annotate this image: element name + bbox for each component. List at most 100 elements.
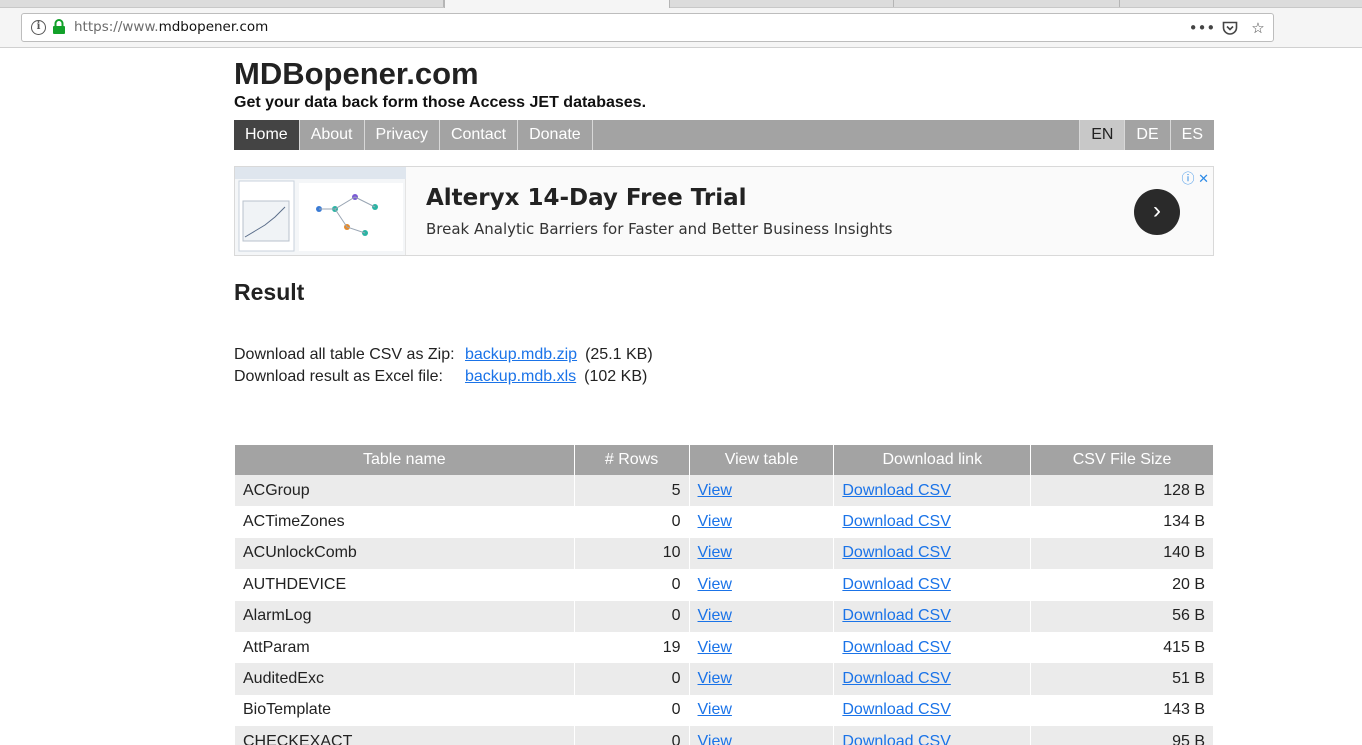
- chevron-right-icon[interactable]: ›: [1134, 189, 1180, 235]
- download-csv-link[interactable]: Download CSV: [842, 513, 951, 530]
- pocket-icon[interactable]: [1221, 19, 1239, 37]
- url-bar[interactable]: i https://www.mdbopener.com ••• ☆: [21, 13, 1274, 42]
- main-menu: Home About Privacy Contact Donate EN DE …: [234, 120, 1214, 150]
- star-icon[interactable]: ☆: [1249, 19, 1267, 37]
- download-csv-link[interactable]: Download CSV: [842, 701, 951, 718]
- row-count-cell: 0: [671, 513, 681, 531]
- table-cell: 0: [573, 694, 690, 727]
- download-csv-link[interactable]: Download CSV: [842, 670, 951, 687]
- table-cell: View: [688, 475, 835, 507]
- view-link[interactable]: View: [698, 513, 732, 530]
- csv-size-cell: 140 B: [1163, 544, 1205, 562]
- table-cell: View: [688, 537, 835, 570]
- col-csv-size: CSV File Size: [1030, 445, 1214, 475]
- result-heading: Result: [234, 279, 305, 305]
- download-size: (102 KB): [584, 368, 648, 385]
- table-name-cell: ACUnlockComb: [243, 544, 357, 562]
- download-csv-link[interactable]: Download CSV: [842, 733, 951, 745]
- table-cell: View: [688, 726, 835, 745]
- more-icon[interactable]: •••: [1189, 19, 1216, 37]
- download-zip-link[interactable]: backup.mdb.zip: [465, 344, 577, 366]
- row-count-cell: 0: [671, 732, 681, 745]
- table-cell: Download CSV: [833, 694, 1032, 727]
- view-link[interactable]: View: [698, 544, 732, 561]
- table-row: AlarmLog 0 View Download CSV 56 B: [234, 600, 1214, 632]
- csv-size-cell: 95 B: [1172, 732, 1205, 745]
- table-cell: 134 B: [1030, 506, 1214, 538]
- csv-size-cell: 20 B: [1172, 575, 1205, 593]
- tab-active[interactable]: [444, 0, 670, 8]
- table-cell: AttParam: [234, 631, 575, 664]
- url-text[interactable]: https://www.mdbopener.com: [74, 19, 268, 35]
- ad-description: Break Analytic Barriers for Faster and B…: [426, 220, 893, 238]
- table-cell: 56 B: [1030, 600, 1214, 632]
- table-cell: 0: [573, 600, 690, 632]
- download-csv-link[interactable]: Download CSV: [842, 544, 951, 561]
- table-cell: 415 B: [1030, 631, 1214, 664]
- table-row: ACUnlockComb 10 View Download CSV 140 B: [234, 537, 1214, 570]
- table-row: BioTemplate 0 View Download CSV 143 B: [234, 694, 1214, 727]
- table-name-cell: ACTimeZones: [243, 513, 345, 531]
- ad-banner[interactable]: Alteryx 14-Day Free Trial Break Analytic…: [234, 166, 1214, 256]
- table-name-cell: AttParam: [243, 638, 310, 656]
- site-title: MDBopener.com: [234, 56, 479, 91]
- tab-strip: [0, 0, 1362, 8]
- table-name-cell: AlarmLog: [243, 607, 312, 625]
- download-csv-link[interactable]: Download CSV: [842, 482, 951, 499]
- ad-choices-icon[interactable]: ⓘ ✕: [1181, 168, 1209, 187]
- info-icon[interactable]: i: [31, 20, 46, 35]
- ad-title[interactable]: Alteryx 14-Day Free Trial: [426, 185, 747, 211]
- col-view-table: View table: [688, 445, 835, 475]
- row-count-cell: 19: [662, 638, 681, 656]
- table-row: ACTimeZones 0 View Download CSV 134 B: [234, 506, 1214, 538]
- table-cell: 0: [573, 569, 690, 601]
- csv-size-cell: 143 B: [1163, 701, 1205, 719]
- view-link[interactable]: View: [698, 607, 732, 624]
- download-csv-link[interactable]: Download CSV: [842, 639, 951, 656]
- download-row-zip: Download all table CSV as Zip: backup.md…: [234, 344, 1214, 366]
- table-cell: 51 B: [1030, 663, 1214, 695]
- lang-de[interactable]: DE: [1124, 120, 1169, 150]
- download-xls-link[interactable]: backup.mdb.xls: [465, 366, 576, 388]
- table-name-cell: ACGroup: [243, 481, 310, 499]
- table-cell: 0: [573, 663, 690, 695]
- tab[interactable]: [894, 0, 1120, 7]
- menu-item-home[interactable]: Home: [234, 120, 300, 150]
- tab[interactable]: [0, 0, 444, 7]
- csv-size-cell: 51 B: [1172, 670, 1205, 688]
- table-row: AuditedExc 0 View Download CSV 51 B: [234, 663, 1214, 695]
- table-cell: Download CSV: [833, 569, 1032, 601]
- view-link[interactable]: View: [698, 733, 732, 745]
- view-link[interactable]: View: [698, 670, 732, 687]
- table-cell: BioTemplate: [234, 694, 575, 727]
- download-csv-link[interactable]: Download CSV: [842, 607, 951, 624]
- table-cell: ACGroup: [234, 475, 575, 507]
- table-cell: 20 B: [1030, 569, 1214, 601]
- tab[interactable]: [670, 0, 894, 7]
- lang-es[interactable]: ES: [1169, 120, 1214, 150]
- menu-item-about[interactable]: About: [300, 120, 365, 150]
- site-subtitle: Get your data back form those Access JET…: [234, 94, 647, 111]
- view-link[interactable]: View: [698, 576, 732, 593]
- row-count-cell: 10: [662, 544, 681, 562]
- col-rows: # Rows: [573, 445, 690, 475]
- menu-item-contact[interactable]: Contact: [440, 120, 519, 150]
- menu-item-donate[interactable]: Donate: [518, 120, 593, 150]
- table-row: CHECKEXACT 0 View Download CSV 95 B: [234, 726, 1214, 745]
- lang-en[interactable]: EN: [1079, 120, 1125, 150]
- view-link[interactable]: View: [698, 482, 732, 499]
- table-row: AUTHDEVICE 0 View Download CSV 20 B: [234, 569, 1214, 601]
- csv-size-cell: 134 B: [1163, 513, 1205, 531]
- view-link[interactable]: View: [698, 701, 732, 718]
- table-cell: Download CSV: [833, 726, 1032, 745]
- table-cell: AlarmLog: [234, 600, 575, 632]
- table-cell: 19: [573, 631, 690, 664]
- view-link[interactable]: View: [698, 639, 732, 656]
- table-row: ACGroup 5 View Download CSV 128 B: [234, 475, 1214, 507]
- csv-size-cell: 128 B: [1163, 481, 1205, 499]
- table-name-cell: CHECKEXACT: [243, 732, 353, 745]
- menu-item-privacy[interactable]: Privacy: [365, 120, 440, 150]
- download-csv-link[interactable]: Download CSV: [842, 576, 951, 593]
- table-cell: View: [688, 631, 835, 664]
- row-count-cell: 0: [671, 670, 681, 688]
